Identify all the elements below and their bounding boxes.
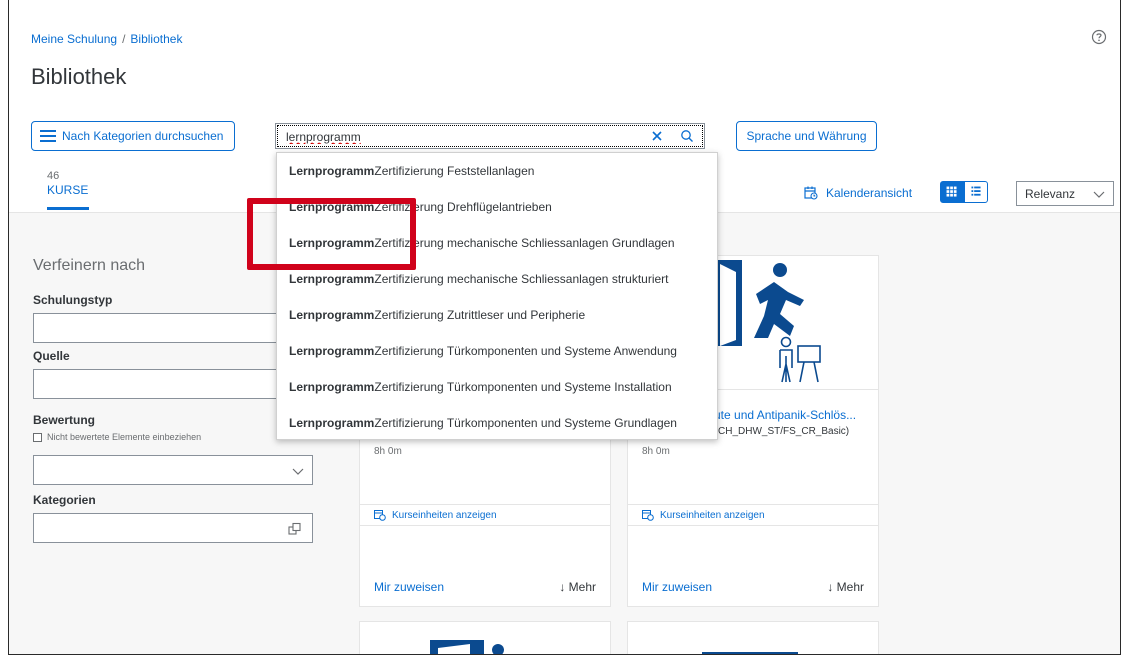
app-window: Meine Schulung / Bibliothek Bibliothek Nac… xyxy=(8,0,1121,655)
value-help-icon[interactable] xyxy=(288,522,302,536)
calendar-clock-icon xyxy=(642,510,654,521)
source-input[interactable] xyxy=(33,369,313,399)
source-label: Quelle xyxy=(33,349,70,363)
more-button[interactable]: ↓ Mehr xyxy=(559,580,596,594)
list-view-button[interactable] xyxy=(964,181,988,203)
search-icon[interactable] xyxy=(680,129,694,143)
include-unrated-checkbox[interactable] xyxy=(33,432,42,442)
suggestion-item[interactable]: Lernprogramm Zertifizierung Türkomponent… xyxy=(277,369,717,405)
course-id: CH_DHW_ST/FS_CR_Basic) xyxy=(718,426,850,437)
grid-icon xyxy=(946,186,957,197)
page-title: Bibliothek xyxy=(31,64,127,89)
more-button[interactable]: ↓ Mehr xyxy=(827,580,864,594)
suggestion-item[interactable]: Lernprogramm Zertifizierung Feststellanl… xyxy=(277,153,717,189)
training-type-label: Schulungstyp xyxy=(33,293,113,307)
course-duration: 8h 0m xyxy=(374,446,402,457)
search-input[interactable] xyxy=(286,128,636,146)
language-currency-label: Sprache und Währung xyxy=(746,129,867,143)
breadcrumb-root-link[interactable]: Meine Schulung xyxy=(31,32,117,46)
highlight-annotation xyxy=(247,198,416,270)
course-image-icon xyxy=(702,652,798,654)
search-box[interactable] xyxy=(275,123,705,149)
suggestion-item[interactable]: Lernprogramm Zertifizierung Türkomponent… xyxy=(277,333,717,369)
courses-count: 46 xyxy=(47,170,60,182)
sort-value: Relevanz xyxy=(1025,187,1076,201)
menu-icon xyxy=(40,130,56,142)
calendar-view-label: Kalenderansicht xyxy=(826,186,913,200)
grid-view-button[interactable] xyxy=(940,181,964,203)
calendar-icon xyxy=(804,186,818,200)
sort-select[interactable]: Relevanz xyxy=(1016,181,1114,206)
help-circle-icon[interactable] xyxy=(1091,29,1107,45)
training-type-input[interactable] xyxy=(33,313,313,343)
course-card[interactable] xyxy=(359,621,611,654)
assign-to-me-link[interactable]: Mir zuweisen xyxy=(642,580,712,594)
chevron-down-icon xyxy=(292,468,304,475)
course-units-link[interactable]: Kurseinheiten anzeigen xyxy=(628,504,878,526)
include-unrated-label: Nicht bewertete Elemente einbeziehen xyxy=(47,432,202,442)
suggestion-item[interactable]: Lernprogramm Zertifizierung Zutrittleser… xyxy=(277,297,717,333)
assign-to-me-link[interactable]: Mir zuweisen xyxy=(374,580,444,594)
breadcrumb-separator: / xyxy=(122,32,126,46)
breadcrumb: Meine Schulung / Bibliothek xyxy=(31,32,182,46)
browse-categories-label: Nach Kategorien durchsuchen xyxy=(62,129,224,143)
tab-courses[interactable]: 46 KURSE xyxy=(47,170,89,210)
course-units-link[interactable]: Kurseinheiten anzeigen xyxy=(360,504,610,526)
breadcrumb-current[interactable]: Bibliothek xyxy=(130,32,182,46)
list-icon xyxy=(971,186,981,196)
clear-icon[interactable] xyxy=(650,129,664,143)
search-suggestions: Lernprogramm Zertifizierung Feststellanl… xyxy=(276,152,718,440)
browse-categories-button[interactable]: Nach Kategorien durchsuchen xyxy=(31,121,235,151)
calendar-clock-icon xyxy=(374,510,386,521)
refine-title: Verfeinern nach xyxy=(33,257,146,274)
include-unrated-row[interactable]: Nicht bewertete Elemente einbeziehen xyxy=(33,432,201,442)
courses-tab-label: KURSE xyxy=(47,183,89,197)
chevron-down-icon xyxy=(1093,191,1105,198)
language-currency-button[interactable]: Sprache und Währung xyxy=(736,121,877,151)
rating-dropdown[interactable] xyxy=(33,455,313,485)
course-card[interactable] xyxy=(627,621,879,654)
course-title-link[interactable]: ute und Antipanik-Schlös... xyxy=(714,408,856,422)
tab-active-indicator xyxy=(47,207,89,210)
course-image-icon xyxy=(430,640,504,654)
rating-label: Bewertung xyxy=(33,413,96,427)
course-units-label: Kurseinheiten anzeigen xyxy=(392,509,497,521)
calendar-view-link[interactable]: Kalenderansicht xyxy=(804,186,912,200)
suggestion-item[interactable]: Lernprogramm Zertifizierung Türkomponent… xyxy=(277,405,717,441)
categories-input[interactable] xyxy=(33,513,313,543)
categories-label: Kategorien xyxy=(33,493,96,507)
course-duration: 8h 0m xyxy=(642,446,670,457)
course-units-label: Kurseinheiten anzeigen xyxy=(660,509,765,521)
